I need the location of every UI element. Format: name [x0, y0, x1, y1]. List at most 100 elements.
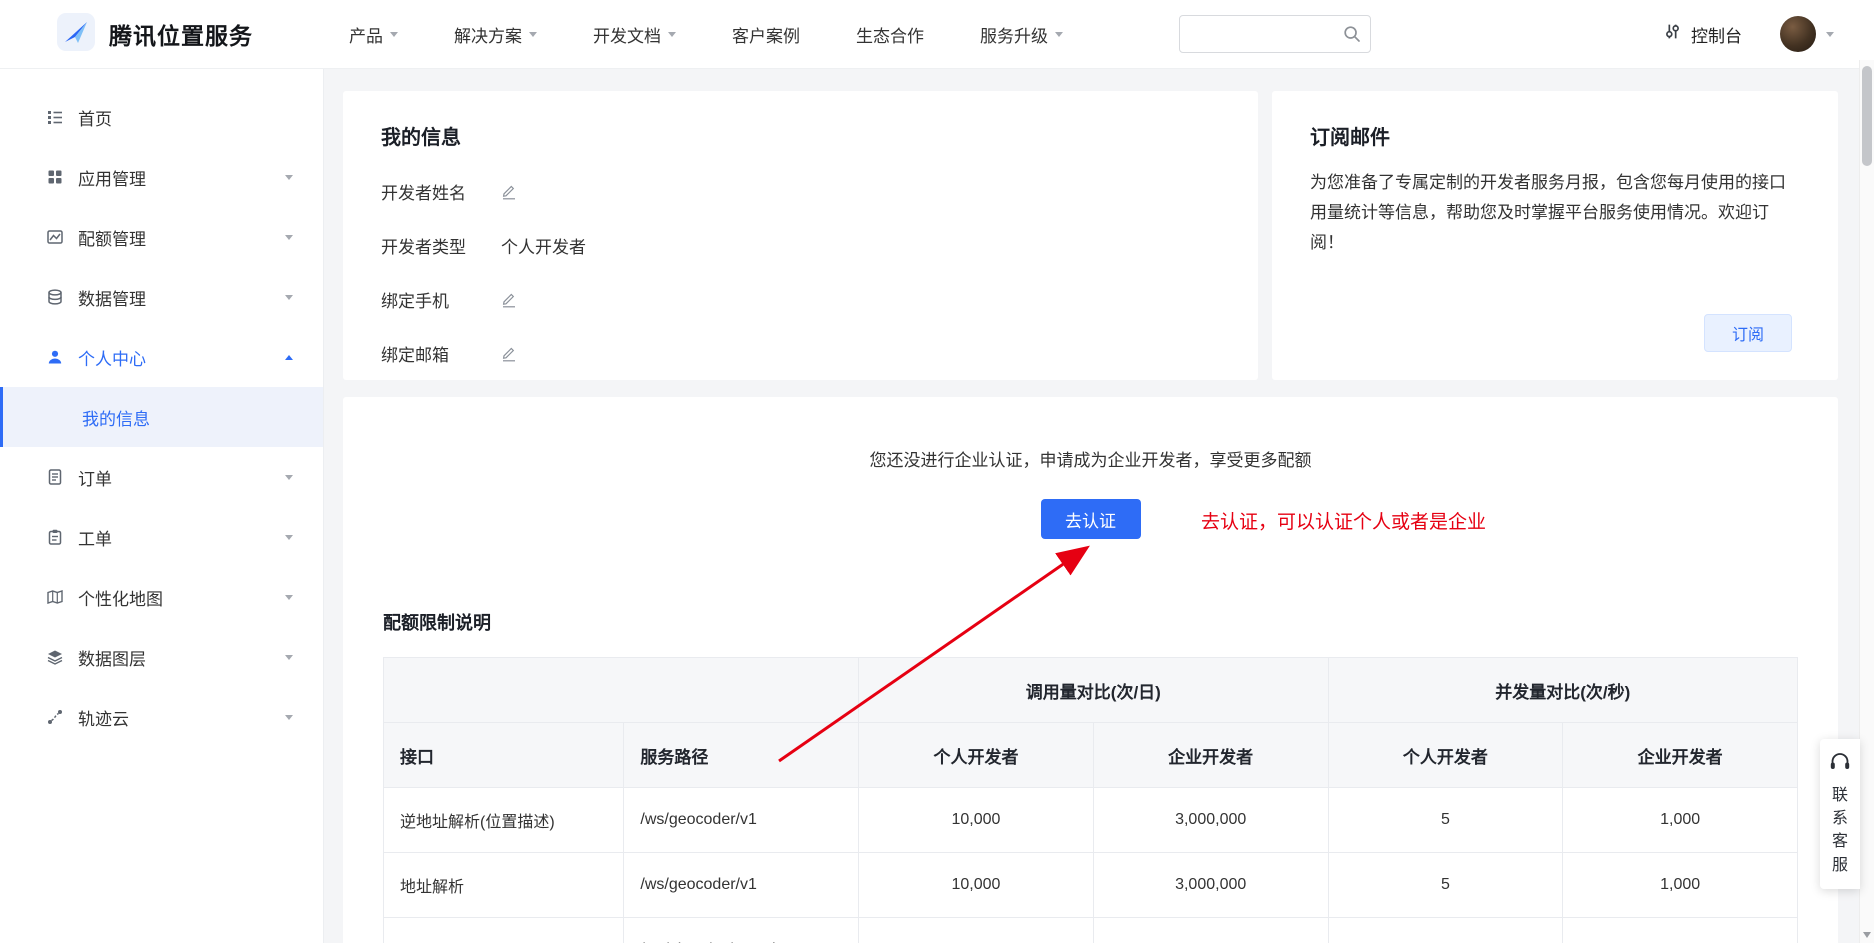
sidebar-item-quota-management[interactable]: 配额管理 — [0, 207, 323, 267]
chevron-down-icon — [390, 32, 398, 37]
search-box[interactable] — [1179, 15, 1371, 53]
chevron-down-icon — [285, 235, 293, 240]
field-label: 开发者姓名 — [381, 179, 501, 204]
document-icon — [45, 468, 65, 486]
nav-item-label: 服务升级 — [980, 22, 1048, 47]
quota-section-title: 配额限制说明 — [383, 609, 1798, 635]
chevron-down-icon — [285, 595, 293, 600]
sidebar-item-work-orders[interactable]: 工单 — [0, 507, 323, 567]
table-group-header-row: 调用量对比(次/日) 并发量对比(次/秒) — [384, 658, 1798, 723]
nav-item-label: 解决方案 — [454, 22, 522, 47]
field-label: 开发者类型 — [381, 233, 501, 258]
sidebar-subitem-my-info[interactable]: 我的信息 — [0, 387, 323, 447]
headset-icon — [1829, 751, 1851, 776]
chevron-down-icon — [1826, 32, 1834, 37]
go-certify-button[interactable]: 去认证 — [1041, 499, 1141, 539]
avatar[interactable] — [1780, 16, 1816, 52]
sidebar-item-label: 个性化地图 — [78, 585, 163, 610]
sidebar-item-label: 我的信息 — [82, 405, 150, 430]
field-label: 绑定手机 — [381, 287, 501, 312]
column-header-path: 服务路径 — [624, 723, 859, 788]
certification-annotation: 去认证，可以认证个人或者是企业 — [1201, 507, 1486, 534]
sidebar-item-orders[interactable]: 订单 — [0, 447, 323, 507]
nav-item-products[interactable]: 产品 — [349, 22, 398, 47]
account-menu[interactable] — [1780, 16, 1834, 52]
brand-title: 腾讯位置服务 — [109, 17, 253, 51]
user-icon — [45, 348, 65, 366]
sidebar-item-app-management[interactable]: 应用管理 — [0, 147, 323, 207]
field-developer-name: 开发者姓名 — [381, 179, 1220, 204]
chevron-down-icon — [285, 655, 293, 660]
nav-item-label: 开发文档 — [593, 22, 661, 47]
subscribe-button[interactable]: 订阅 — [1704, 314, 1792, 352]
search-input[interactable] — [1180, 16, 1342, 52]
cell-enterprise-qps: 1,000 — [1563, 788, 1798, 853]
chevron-down-icon — [1055, 32, 1063, 37]
cell-personal-qps: 5 — [1328, 788, 1563, 853]
my-info-card: 我的信息 开发者姓名 开发者类型 个人开发者 绑定手机 — [343, 91, 1258, 380]
qps-group-header: 并发量对比(次/秒) — [1328, 658, 1797, 723]
layers-icon — [45, 648, 65, 666]
subscribe-title: 订阅邮件 — [1310, 121, 1800, 150]
nav-item-eco[interactable]: 生态合作 — [856, 22, 924, 47]
brand[interactable]: 腾讯位置服务 — [56, 12, 253, 57]
column-header-enterprise-qps: 企业开发者 — [1563, 723, 1798, 788]
top-cards-row: 我的信息 开发者姓名 开发者类型 个人开发者 绑定手机 — [343, 91, 1838, 380]
cell-enterprise-daily: 3,000,000 — [1093, 853, 1328, 918]
certification-notice: 您还没进行企业认证，申请成为企业开发者，享受更多配额 — [383, 449, 1798, 473]
quota-chart-icon — [45, 228, 65, 246]
table-header-row: 接口 服务路径 个人开发者 企业开发者 个人开发者 企业开发者 — [384, 723, 1798, 788]
field-bound-phone: 绑定手机 — [381, 287, 1220, 312]
cell-personal-qps: 5 — [1328, 918, 1563, 943]
cell-api: 地点搜索 — [384, 918, 624, 943]
cell-personal-daily: 10,000 — [859, 918, 1094, 943]
nav-item-label: 产品 — [349, 22, 383, 47]
console-link[interactable]: 控制台 — [1663, 22, 1742, 47]
cell-enterprise-qps: 1,000 — [1563, 853, 1798, 918]
apps-grid-icon — [45, 168, 65, 186]
sidebar-item-custom-map[interactable]: 个性化地图 — [0, 567, 323, 627]
empty-group-header — [384, 658, 859, 723]
sidebar-item-personal-center[interactable]: 个人中心 — [0, 327, 323, 387]
chevron-down-icon — [285, 715, 293, 720]
chevron-down-icon — [285, 295, 293, 300]
sidebar-item-data-layers[interactable]: 数据图层 — [0, 627, 323, 687]
table-row: 逆地址解析(位置描述) /ws/geocoder/v1 10,000 3,000… — [384, 788, 1798, 853]
vertical-scrollbar[interactable] — [1859, 60, 1874, 943]
cell-personal-daily: 10,000 — [859, 853, 1094, 918]
contact-support-label: 联系客服 — [1831, 784, 1849, 877]
contact-support-tab[interactable]: 联系客服 — [1820, 739, 1860, 889]
map-icon — [45, 588, 65, 606]
chevron-down-icon — [668, 32, 676, 37]
cell-api: 地址解析 — [384, 853, 624, 918]
scrollbar-thumb[interactable] — [1862, 66, 1872, 166]
sidebar-item-home[interactable]: 首页 — [0, 87, 323, 147]
edit-pencil-icon[interactable] — [501, 183, 517, 200]
edit-pencil-icon[interactable] — [501, 291, 517, 308]
sidebar-item-track-cloud[interactable]: 轨迹云 — [0, 687, 323, 747]
nav-item-docs[interactable]: 开发文档 — [593, 22, 676, 47]
nav-item-upgrade[interactable]: 服务升级 — [980, 22, 1063, 47]
sidebar-item-label: 工单 — [78, 525, 112, 550]
subscribe-mail-card: 订阅邮件 为您准备了专属定制的开发者服务月报，包含您每月使用的接口用量统计等信息… — [1272, 91, 1838, 380]
field-bound-email: 绑定邮箱 — [381, 341, 1220, 366]
certification-quota-card: 您还没进行企业认证，申请成为企业开发者，享受更多配额 去认证 去认证，可以认证个… — [343, 397, 1838, 943]
scrollbar-down-arrow[interactable] — [1863, 932, 1871, 938]
nav-item-solutions[interactable]: 解决方案 — [454, 22, 537, 47]
brand-logo-icon — [56, 12, 96, 57]
field-label: 绑定邮箱 — [381, 341, 501, 366]
search-icon[interactable] — [1342, 24, 1362, 44]
field-value: 个人开发者 — [501, 233, 586, 258]
table-row: 地点搜索 /ws/place/v1/search 10,000 500,000 … — [384, 918, 1798, 943]
cell-path: /ws/geocoder/v1 — [624, 853, 859, 918]
main-nav: 产品 解决方案 开发文档 客户案例 生态合作 服务升级 — [349, 22, 1063, 47]
edit-pencil-icon[interactable] — [501, 345, 517, 362]
sidebar: 首页 应用管理 配额管理 — [0, 69, 324, 943]
chevron-down-icon — [285, 475, 293, 480]
main-content: 我的信息 开发者姓名 开发者类型 个人开发者 绑定手机 — [324, 69, 1874, 943]
sidebar-item-data-management[interactable]: 数据管理 — [0, 267, 323, 327]
certification-section: 您还没进行企业认证，申请成为企业开发者，享受更多配额 去认证 去认证，可以认证个… — [383, 397, 1798, 539]
cell-enterprise-qps: 200 — [1563, 918, 1798, 943]
clipboard-icon — [45, 528, 65, 546]
nav-item-cases[interactable]: 客户案例 — [732, 22, 800, 47]
